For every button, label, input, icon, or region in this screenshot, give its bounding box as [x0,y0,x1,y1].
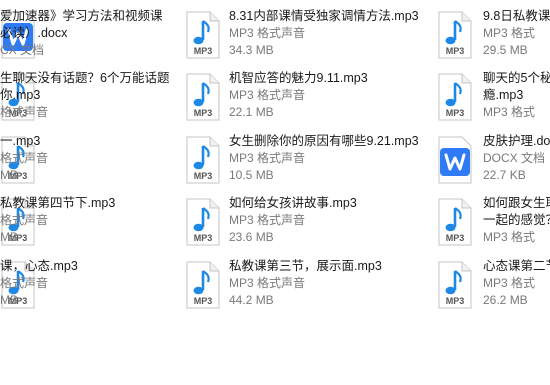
file-details: 机智应答的魅力9.11.mp3 MP3 格式声音 22.1 MB [229,70,368,121]
file-details: 皮肤护理.do DOCX 文档 22.7 KB [483,133,550,184]
mp3-icon: MP3 [185,11,221,59]
mp3-icon: MP3 [185,73,221,121]
file-name: 课，心态.mp3 [0,259,78,273]
file-item[interactable]: 皮肤护理.do DOCX 文档 22.7 KB [437,133,550,195]
file-type: MP3 格式 [483,26,536,40]
mp3-icon: MP3 [185,136,221,184]
file-size: 23.6 MB [229,230,274,244]
file-type: MP3 格式声音 [229,151,306,165]
file-item[interactable]: MP3 机智应答的魅力9.11.mp3 MP3 格式声音 22.1 MB [185,70,445,132]
file-type: MP3 格式声音 [229,26,306,40]
file-type: MP3 格式声音 [229,213,306,227]
svg-text:MP3: MP3 [446,296,465,306]
file-size: 29.5 MB [483,43,528,57]
svg-text:MP3: MP3 [194,233,213,243]
file-item[interactable]: MP3 如何给女孩讲故事.mp3 MP3 格式声音 23.6 MB [185,195,445,257]
file-type: 格式声音 [0,276,49,290]
file-details: 爱加速器》学习方法和视频课 必读）.docx CX 文档 [0,8,163,59]
file-item[interactable]: MP3 一.mp3 格式声音 MB [0,133,70,195]
file-name: 必读）.docx [0,26,68,40]
file-name: 一起的感觉？ [483,213,550,227]
file-name: 一.mp3 [0,134,41,148]
file-type: DOCX 文档 [483,151,546,165]
file-item[interactable]: MP3 如何跟女生耶一起的感觉？ MP3 格式 [437,195,550,257]
file-item[interactable]: MP3 生聊天没有话题？6个万能话题 你.mp3 格式声音 [0,70,169,132]
mp3-icon: MP3 [437,198,473,246]
file-name: 8.31内部课情受独家调情方法.mp3 [229,9,419,23]
file-name: 私教课第三节，展示面.mp3 [229,259,382,273]
file-details: 女生删除你的原因有哪些9.21.mp3 MP3 格式声音 10.5 MB [229,133,419,184]
svg-text:MP3: MP3 [446,46,465,56]
file-type: CX 文档 [0,43,45,57]
mp3-icon: MP3 [185,198,221,246]
file-type: MP3 格式 [483,276,536,290]
file-details: 生聊天没有话题？6个万能话题 你.mp3 格式声音 [0,70,169,121]
file-type: 格式声音 [0,151,49,165]
file-details: 课，心态.mp3 格式声音 MB [0,258,78,309]
file-name: 如何跟女生耶 [483,196,550,210]
svg-text:MP3: MP3 [194,108,213,118]
file-item[interactable]: MP3 8.31内部课情受独家调情方法.mp3 MP3 格式声音 34.3 MB [185,8,445,70]
file-item[interactable]: MP3 聊天的5个秘 瘾.mp3 MP3 格式 [437,70,550,132]
file-size: 10.5 MB [229,168,274,182]
file-size: 22.7 KB [483,168,526,182]
file-details: 心态课第二节 MP3 格式 26.2 MB [483,258,550,309]
file-item[interactable]: MP3 女生删除你的原因有哪些9.21.mp3 MP3 格式声音 10.5 MB [185,133,445,195]
file-size: MB [0,230,18,244]
file-item[interactable]: 爱加速器》学习方法和视频课 必读）.docx CX 文档 [0,8,163,70]
file-name: 如何给女孩讲故事.mp3 [229,196,357,210]
file-name: 9.8日私教课 [483,9,550,23]
file-details: 如何跟女生耶一起的感觉？ MP3 格式 [483,195,550,246]
file-type: MP3 格式 [483,230,536,244]
mp3-icon: MP3 [437,261,473,309]
file-type: MP3 格式声音 [229,276,306,290]
file-name: 爱加速器》学习方法和视频课 [0,9,163,23]
file-type: 格式声音 [0,105,49,119]
file-type: MP3 格式声音 [229,88,306,102]
svg-text:MP3: MP3 [194,296,213,306]
file-details: 私教课第四节下.mp3 格式声音 MB [0,195,115,246]
file-size: MB [0,168,18,182]
file-type: 格式声音 [0,213,49,227]
file-name: 聊天的5个秘 [483,71,550,85]
file-details: 8.31内部课情受独家调情方法.mp3 MP3 格式声音 34.3 MB [229,8,419,59]
file-name: 心态课第二节 [483,259,550,273]
file-details: 如何给女孩讲故事.mp3 MP3 格式声音 23.6 MB [229,195,357,246]
file-details: 一.mp3 格式声音 MB [0,133,48,184]
file-item[interactable]: MP3 心态课第二节 MP3 格式 26.2 MB [437,258,550,320]
mp3-icon: MP3 [437,11,473,59]
svg-text:MP3: MP3 [194,171,213,181]
file-item[interactable]: MP3 私教课第四节下.mp3 格式声音 MB [0,195,115,257]
file-name: 私教课第四节下.mp3 [0,196,116,210]
svg-text:MP3: MP3 [194,46,213,56]
file-type: MP3 格式 [483,105,536,119]
file-size: 26.2 MB [483,293,528,307]
file-details: 9.8日私教课 MP3 格式 29.5 MB [483,8,550,59]
file-details: 私教课第三节，展示面.mp3 MP3 格式声音 44.2 MB [229,258,382,309]
docx-icon [437,136,473,184]
file-name: 女生删除你的原因有哪些9.21.mp3 [229,134,419,148]
file-name: 皮肤护理.do [483,134,550,148]
file-details: 聊天的5个秘 瘾.mp3 MP3 格式 [483,70,550,121]
mp3-icon: MP3 [437,73,473,121]
mp3-icon: MP3 [185,261,221,309]
file-size: 44.2 MB [229,293,274,307]
file-size: 22.1 MB [229,105,274,119]
file-name: 机智应答的魅力9.11.mp3 [229,71,368,85]
file-item[interactable]: MP3 课，心态.mp3 格式声音 MB [0,258,78,320]
file-name: 瘾.mp3 [483,88,524,102]
svg-text:MP3: MP3 [446,108,465,118]
file-size: MB [0,293,18,307]
file-name: 生聊天没有话题？6个万能话题 [0,71,170,85]
file-item[interactable]: MP3 9.8日私教课 MP3 格式 29.5 MB [437,8,550,70]
file-name: 你.mp3 [0,88,41,102]
file-size: 34.3 MB [229,43,274,57]
svg-text:MP3: MP3 [446,233,465,243]
file-item[interactable]: MP3 私教课第三节，展示面.mp3 MP3 格式声音 44.2 MB [185,258,445,320]
